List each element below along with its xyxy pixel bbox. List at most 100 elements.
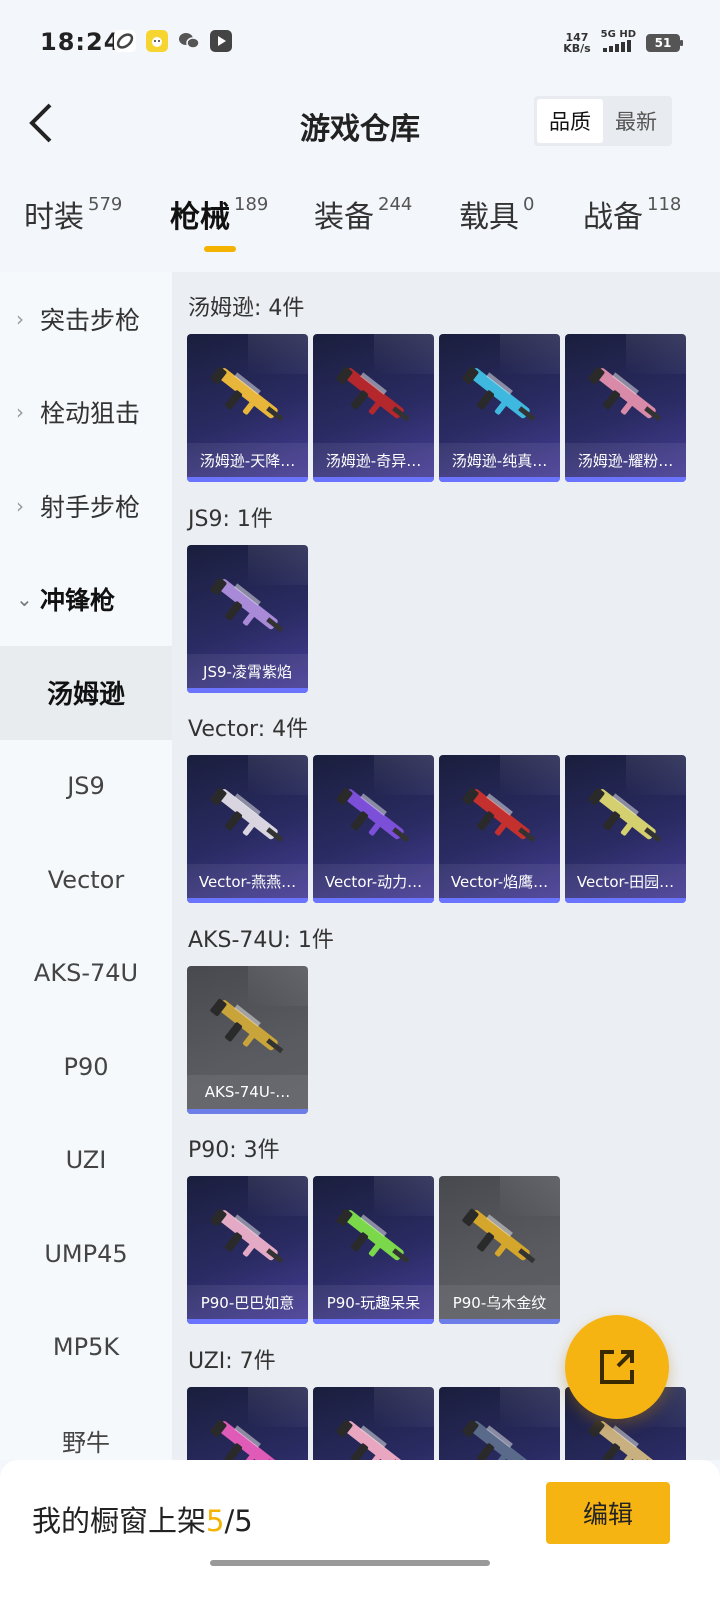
weapon-image bbox=[210, 366, 284, 422]
sidebar-group-label: 突击步枪 bbox=[40, 305, 141, 335]
sidebar-item-thompson[interactable]: 汤姆逊 bbox=[0, 646, 172, 740]
weapon-skin-name: JS9-凌霄紫焰 bbox=[187, 654, 308, 688]
tab-equipment[interactable]: 装备 244 bbox=[314, 192, 412, 258]
tab-count: 189 bbox=[234, 194, 269, 215]
weapon-skin-card[interactable]: Vector-焰鹰… bbox=[439, 755, 560, 903]
tab-label: 战备 bbox=[583, 200, 643, 235]
section-title: Vector: 4件 bbox=[188, 717, 309, 742]
tab-vehicles[interactable]: 载具 0 bbox=[459, 192, 534, 258]
sidebar-group-marksman-rifle[interactable]: › 射手步枪 bbox=[0, 459, 172, 553]
share-button[interactable] bbox=[565, 1315, 669, 1419]
weapon-skin-card[interactable] bbox=[439, 1387, 560, 1460]
wechat-icon bbox=[178, 30, 200, 52]
sidebar-group-bolt-sniper[interactable]: › 栓动狙击 bbox=[0, 366, 172, 460]
chevron-down-icon: ⌄ bbox=[16, 587, 33, 612]
weapon-skin-name: P90-乌木金纹 bbox=[439, 1285, 560, 1319]
chevron-right-icon: › bbox=[16, 493, 24, 518]
rarity-bar bbox=[187, 898, 308, 903]
weapon-skin-card[interactable]: P90-乌木金纹 bbox=[439, 1176, 560, 1324]
rarity-bar bbox=[187, 688, 308, 693]
sidebar-item-ump45[interactable]: UMP45 bbox=[0, 1207, 172, 1301]
speed-unit: KB/s bbox=[563, 41, 591, 55]
home-indicator[interactable] bbox=[210, 1560, 490, 1566]
sync-icon bbox=[114, 30, 136, 52]
weapon-image bbox=[336, 366, 410, 422]
weapon-skin-card[interactable]: JS9-凌霄紫焰 bbox=[187, 545, 308, 693]
status-time: 18:24 bbox=[40, 28, 122, 56]
weapon-image bbox=[462, 1419, 536, 1460]
rarity-bar bbox=[439, 1319, 560, 1324]
sort-newest-option[interactable]: 最新 bbox=[603, 99, 669, 143]
status-right: 147 KB/s 5G HD 51 bbox=[563, 30, 683, 55]
sidebar-item-js9[interactable]: JS9 bbox=[0, 740, 172, 834]
weapon-skin-card[interactable]: P90-巴巴如意 bbox=[187, 1176, 308, 1324]
sidebar-item-uzi[interactable]: UZI bbox=[0, 1114, 172, 1208]
weapon-skin-card[interactable]: 汤姆逊-耀粉… bbox=[565, 334, 686, 482]
weapon-image bbox=[336, 787, 410, 843]
battery-icon: 51 bbox=[646, 33, 683, 52]
back-button[interactable] bbox=[16, 98, 66, 148]
weapon-skin-name: P90-巴巴如意 bbox=[187, 1285, 308, 1319]
tab-label: 时装 bbox=[24, 200, 84, 235]
share-external-icon bbox=[600, 1350, 634, 1384]
weapon-skin-card[interactable]: 汤姆逊-奇异… bbox=[313, 334, 434, 482]
tab-label: 装备 bbox=[314, 200, 374, 235]
chevron-right-icon: › bbox=[16, 400, 24, 425]
rarity-bar bbox=[187, 1109, 308, 1114]
weapon-skin-name: Vector-焰鹰… bbox=[439, 864, 560, 898]
weapon-skin-name: Vector-动力… bbox=[313, 864, 434, 898]
weapon-skin-name: 汤姆逊-耀粉… bbox=[565, 443, 686, 477]
sidebar-item-mp5k[interactable]: MP5K bbox=[0, 1301, 172, 1395]
sidebar-item-vector[interactable]: Vector bbox=[0, 833, 172, 927]
shelf-current: 5 bbox=[206, 1504, 225, 1538]
tab-fashion[interactable]: 时装 579 bbox=[24, 192, 122, 258]
shelf-separator: / bbox=[224, 1504, 235, 1538]
weapon-skin-card[interactable] bbox=[187, 1387, 308, 1460]
sidebar-group-label: 栓动狙击 bbox=[40, 399, 141, 429]
weapon-image bbox=[210, 998, 284, 1054]
sidebar-group-label: 射手步枪 bbox=[40, 492, 141, 522]
section-title: 汤姆逊: 4件 bbox=[188, 296, 305, 321]
weapon-image bbox=[462, 366, 536, 422]
weapon-skin-card[interactable] bbox=[313, 1387, 434, 1460]
tab-weapons[interactable]: 枪械 189 bbox=[170, 192, 268, 258]
rarity-bar bbox=[313, 477, 434, 482]
weapon-image bbox=[210, 1419, 284, 1460]
weapon-skin-card[interactable]: Vector-燕燕… bbox=[187, 755, 308, 903]
weapon-skin-card[interactable]: Vector-动力… bbox=[313, 755, 434, 903]
weapon-skin-card[interactable]: 汤姆逊-纯真… bbox=[439, 334, 560, 482]
category-tabs: 时装 579 枪械 189 装备 244 载具 0 战备 118 bbox=[0, 192, 720, 258]
tab-count: 244 bbox=[378, 194, 413, 215]
weapon-skin-name: P90-玩趣呆呆 bbox=[313, 1285, 434, 1319]
sidebar-item-bison[interactable]: 野牛 bbox=[0, 1394, 172, 1460]
weapon-skin-card[interactable]: P90-玩趣呆呆 bbox=[313, 1176, 434, 1324]
notification-icons bbox=[114, 30, 232, 52]
tab-battle-prep[interactable]: 战备 118 bbox=[583, 192, 681, 258]
section-title: AKS-74U: 1件 bbox=[188, 928, 334, 953]
edit-button[interactable]: 编辑 bbox=[546, 1482, 670, 1544]
weapon-image bbox=[588, 787, 662, 843]
weapon-skin-card[interactable]: AKS-74U-… bbox=[187, 966, 308, 1114]
weapon-image bbox=[336, 1419, 410, 1460]
rarity-bar bbox=[565, 477, 686, 482]
rarity-bar bbox=[565, 898, 686, 903]
sort-quality-option[interactable]: 品质 bbox=[537, 99, 603, 143]
weapon-skin-card[interactable]: 汤姆逊-天降… bbox=[187, 334, 308, 482]
sidebar-group-assault-rifle[interactable]: › 突击步枪 bbox=[0, 272, 172, 366]
video-player-icon bbox=[210, 30, 232, 52]
sidebar-item-aks74u[interactable]: AKS-74U bbox=[0, 927, 172, 1021]
network-speed: 147 KB/s bbox=[563, 32, 590, 54]
rarity-bar bbox=[439, 898, 560, 903]
sidebar-item-p90[interactable]: P90 bbox=[0, 1020, 172, 1114]
rarity-bar bbox=[313, 1319, 434, 1324]
weapon-skin-name: AKS-74U-… bbox=[187, 1075, 308, 1109]
signal-bars-icon bbox=[603, 40, 632, 52]
weapon-grid: 汤姆逊: 4件 汤姆逊-天降… 汤姆逊-奇异… 汤姆逊-纯真… 汤姆逊-耀粉… JS9: … bbox=[172, 272, 720, 1460]
rarity-bar bbox=[439, 477, 560, 482]
tab-count: 118 bbox=[647, 194, 682, 215]
chevron-left-icon bbox=[29, 103, 52, 143]
weapon-image bbox=[210, 577, 284, 633]
weapon-skin-card[interactable]: Vector-田园… bbox=[565, 755, 686, 903]
sidebar-group-smg[interactable]: ⌄ 冲锋枪 bbox=[0, 553, 172, 647]
weapon-skin-name: Vector-燕燕… bbox=[187, 864, 308, 898]
